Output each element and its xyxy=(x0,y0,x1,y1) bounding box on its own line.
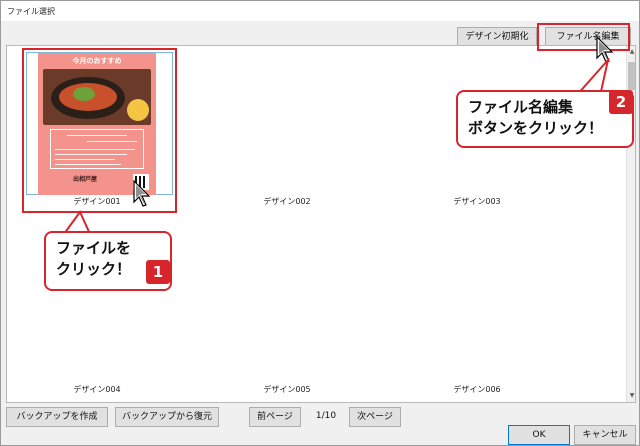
restore-backup-button[interactable]: バックアップから復元 xyxy=(115,407,219,427)
design-label-004[interactable]: デザイン004 xyxy=(37,384,157,395)
callout-file-line1: ファイルを xyxy=(56,239,132,257)
scroll-thumb[interactable] xyxy=(628,62,635,90)
design-label-006[interactable]: デザイン006 xyxy=(417,384,537,395)
design-label-002[interactable]: デザイン002 xyxy=(227,196,347,207)
window-title: ファイル選択 xyxy=(1,1,639,21)
step-number-2: 2 xyxy=(609,90,633,114)
highlight-frame-file xyxy=(22,48,177,213)
pointer-cursor-icon xyxy=(133,180,151,207)
step-number-1: 1 xyxy=(146,260,170,284)
callout-click-rename: ファイル名編集 ボタンをクリック！ xyxy=(456,90,634,148)
reset-design-button[interactable]: デザイン初期化 xyxy=(457,27,537,47)
scroll-down-icon[interactable]: ▼ xyxy=(627,390,635,402)
next-page-button[interactable]: 次ページ xyxy=(349,407,401,427)
callout-rename-line2: ボタンをクリック！ xyxy=(468,119,604,137)
callout-file-line2: クリック！ xyxy=(56,260,132,278)
prev-page-button[interactable]: 前ページ xyxy=(249,407,301,427)
callout-rename-line1: ファイル名編集 xyxy=(468,98,574,116)
create-backup-button[interactable]: バックアップを作成 xyxy=(6,407,108,427)
cancel-button[interactable]: キャンセル xyxy=(574,425,636,445)
design-label-005[interactable]: デザイン005 xyxy=(227,384,347,395)
ok-button[interactable]: OK xyxy=(508,425,570,445)
design-label-003[interactable]: デザイン003 xyxy=(417,196,537,207)
highlight-frame-rename xyxy=(537,23,630,51)
page-indicator: 1/10 xyxy=(315,411,337,421)
